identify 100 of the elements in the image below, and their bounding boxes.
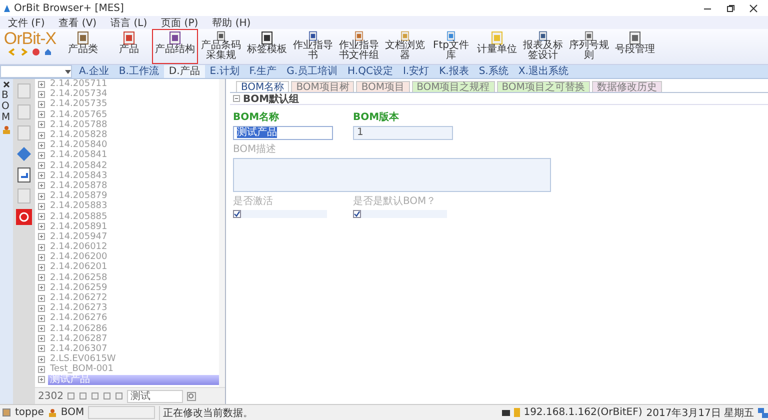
restore-icon[interactable] [726, 4, 735, 12]
expand-icon[interactable] [38, 335, 45, 342]
side-tab[interactable]: BOM [0, 79, 13, 404]
ribbon-button[interactable]: 产品条码采集规 [198, 29, 244, 64]
expand-icon[interactable] [38, 182, 45, 190]
tree-item[interactable]: 2.14.206012 [48, 242, 110, 252]
checkbox[interactable] [233, 210, 241, 218]
expand-icon[interactable] [38, 274, 45, 282]
tab[interactable]: BOM名称 [236, 81, 290, 92]
collapse-icon[interactable] [233, 95, 240, 102]
input-field[interactable]: 1 [353, 126, 453, 140]
expand-icon[interactable] [38, 254, 45, 261]
ribbon-button[interactable]: 号段管理 [612, 29, 658, 64]
tree-item[interactable]: 2.14.205842 [48, 160, 110, 171]
ribbon-button[interactable]: 作业指导书 [290, 29, 336, 64]
edit-icon[interactable] [16, 167, 32, 183]
menu-item[interactable]: 帮助 (H) [212, 16, 251, 30]
tree-item[interactable]: 2.14.206287 [48, 334, 110, 344]
tree-item[interactable]: 2.14.205891 [48, 222, 110, 232]
tree-item[interactable]: 2.14.205843 [48, 170, 110, 181]
ribbon-button[interactable]: 计量单位 [474, 29, 520, 64]
tree-item[interactable]: 2.14.206200 [48, 252, 110, 262]
expand-icon[interactable] [38, 356, 45, 363]
ribbon-button[interactable]: 序列号规则 [566, 29, 612, 64]
close-icon[interactable] [749, 4, 758, 12]
search-icon[interactable] [187, 392, 196, 400]
expand-icon[interactable] [38, 172, 45, 180]
expand-icon[interactable] [38, 284, 45, 292]
menu-item[interactable]: 页面 (P) [161, 16, 198, 30]
tree-item[interactable]: 2.14.206259 [48, 282, 110, 293]
expand-icon[interactable] [38, 132, 45, 139]
expand-icon[interactable] [38, 223, 45, 230]
power-icon[interactable] [16, 209, 32, 225]
module-tab[interactable]: H.QC设定 [342, 65, 398, 78]
module-tab[interactable]: S.系统 [474, 65, 514, 78]
tree-item[interactable]: 2.14.205878 [48, 180, 110, 191]
module-tab[interactable]: E.计划 [204, 65, 244, 78]
expand-icon[interactable] [38, 233, 45, 240]
menu-item[interactable]: 查看 (V) [58, 16, 97, 30]
expand-icon[interactable] [38, 152, 45, 159]
forward-icon[interactable] [20, 48, 28, 56]
expand-icon[interactable] [38, 80, 45, 88]
ribbon-button[interactable]: 标签模板 [244, 29, 290, 64]
stop-icon[interactable] [32, 48, 40, 56]
module-tab[interactable]: D.产品 [164, 65, 205, 78]
close-icon[interactable] [3, 81, 10, 88]
tree-item[interactable]: 2.14.205734 [48, 89, 110, 100]
ribbon-button[interactable]: Ftp文件库 [428, 29, 474, 64]
menu-item[interactable]: 文件 (F) [8, 16, 45, 30]
module-tab[interactable]: A.企业 [74, 65, 114, 78]
search-field[interactable]: 测试 [127, 390, 184, 402]
expand-icon[interactable] [38, 111, 45, 118]
tab[interactable]: BOM项目 [356, 81, 410, 92]
diamond-icon[interactable] [16, 146, 32, 162]
expand-icon[interactable] [38, 325, 45, 332]
expand-icon[interactable] [38, 142, 45, 149]
module-tab[interactable]: I.安灯 [398, 65, 434, 78]
expand-icon[interactable] [38, 294, 45, 302]
expand-icon[interactable] [38, 366, 45, 373]
tab[interactable]: BOM项目之可替换 [496, 81, 590, 92]
tree-item[interactable]: 2.14.205947 [48, 232, 110, 242]
tree-item[interactable]: 2.14.205765 [48, 110, 110, 120]
ribbon-button[interactable]: 产品 [106, 29, 152, 64]
tree-item[interactable]: 2.14.205879 [48, 191, 110, 202]
tree-item[interactable]: 2.LS.EV0615W [48, 354, 118, 364]
module-tab[interactable]: F.生产 [244, 65, 282, 78]
tree-item[interactable]: 2.14.205828 [48, 130, 110, 140]
expand-icon[interactable] [38, 192, 45, 200]
expand-icon[interactable] [38, 213, 45, 220]
expand-icon[interactable] [38, 202, 45, 210]
tree-item[interactable]: 2.14.206258 [48, 272, 110, 283]
checkbox[interactable] [353, 210, 361, 218]
tree-item[interactable]: 2.14.205735 [48, 99, 110, 110]
module-tab[interactable]: K.报表 [434, 65, 474, 78]
expand-icon[interactable] [38, 376, 45, 384]
tab[interactable]: 数据修改历史 [592, 81, 662, 92]
back-icon[interactable] [8, 48, 16, 56]
tree-item[interactable]: 2.14.205883 [48, 201, 110, 212]
expand-icon[interactable] [38, 162, 45, 170]
tree-item[interactable]: Test_BOM-001 [48, 364, 116, 374]
home-icon[interactable] [44, 48, 52, 56]
expand-icon[interactable] [38, 314, 45, 322]
ribbon-button[interactable]: 产品结构 [152, 29, 198, 64]
expand-icon[interactable] [38, 121, 45, 128]
input-field[interactable]: 测试产品 [233, 126, 333, 140]
module-tab[interactable]: B.工作流 [114, 65, 164, 78]
expand-icon[interactable] [38, 264, 45, 271]
tree-item[interactable]: 2.14.206272 [48, 293, 110, 304]
tree-item[interactable]: 2.14.205841 [48, 150, 110, 160]
expand-icon[interactable] [38, 244, 45, 251]
tree-item[interactable]: 2.14.205711 [48, 79, 110, 90]
tree-item[interactable]: 2.14.206307 [48, 344, 110, 354]
expand-icon[interactable] [38, 100, 45, 108]
menu-item[interactable]: 语言 (L) [110, 16, 148, 30]
tree-item[interactable]: 2.14.205788 [48, 120, 110, 130]
tree-item[interactable]: 2.14.206276 [48, 313, 110, 324]
ribbon-button[interactable]: 报表及标签设计 [520, 29, 566, 64]
ribbon-button[interactable]: 文档浏览器 [382, 29, 428, 64]
expand-icon[interactable] [38, 345, 45, 352]
tree-item[interactable]: 2.14.206201 [48, 262, 110, 272]
